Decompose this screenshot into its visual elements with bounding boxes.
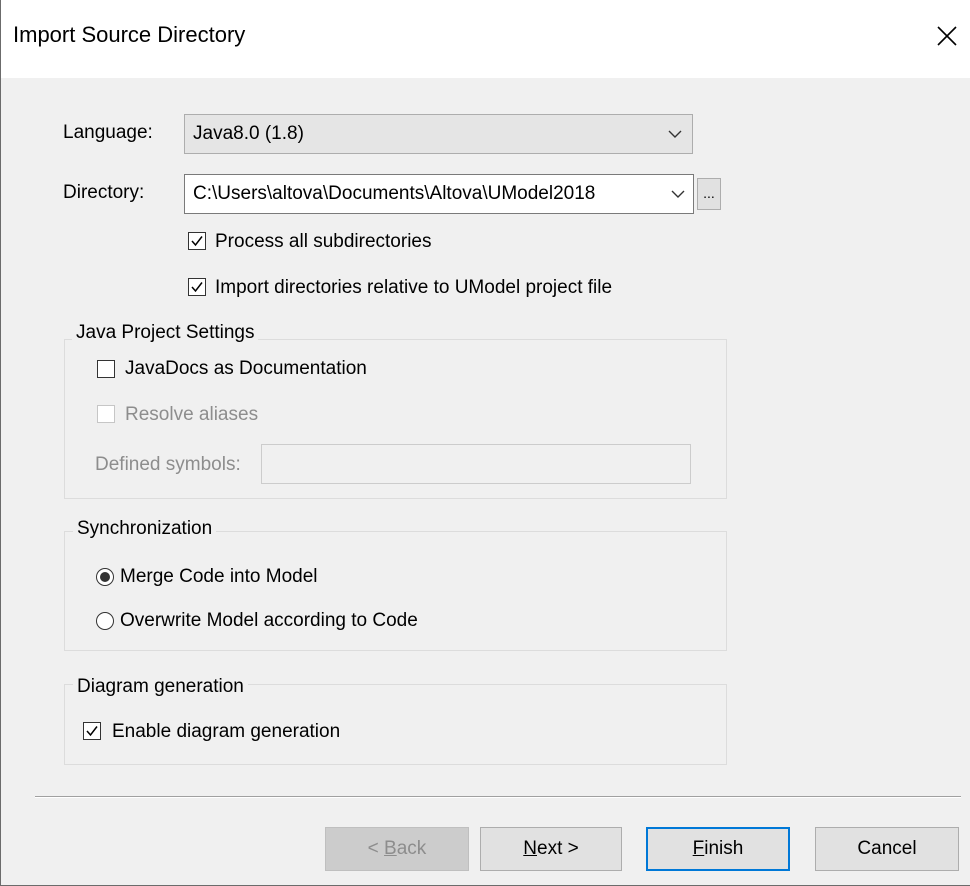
enable-diagram-generation-label[interactable]: Enable diagram generation [112,721,340,743]
footer-separator [35,796,961,798]
next-button-rest: ext > [537,838,579,859]
back-button-prefix: < [367,838,385,859]
defined-symbols-input[interactable] [261,444,691,484]
javadocs-label[interactable]: JavaDocs as Documentation [125,358,367,380]
checkmark-icon [191,236,203,247]
directory-combo[interactable]: C:\Users\altova\Documents\Altova\UModel2… [184,174,694,214]
import-source-directory-dialog: Import Source Directory Language: Java8.… [0,0,970,886]
language-select[interactable]: Java8.0 (1.8) [184,114,693,154]
merge-code-label[interactable]: Merge Code into Model [120,566,318,588]
overwrite-model-label[interactable]: Overwrite Model according to Code [120,610,418,632]
checkmark-icon [191,282,203,293]
back-button-rest: ack [396,838,427,859]
close-icon [937,26,957,46]
radio-selected-dot [100,572,110,582]
finish-button-mnemonic: F [692,838,705,859]
back-button-mnemonic: B [384,838,397,859]
process-subdirectories-label[interactable]: Process all subdirectories [215,231,431,253]
browse-button[interactable]: ... [697,178,721,210]
directory-input-value: C:\Users\altova\Documents\Altova\UModel2… [193,183,596,204]
finish-button[interactable]: Finish [646,827,790,871]
resolve-aliases-label: Resolve aliases [125,404,259,425]
close-button[interactable] [931,20,963,52]
enable-diagram-generation-checkbox[interactable] [83,722,101,740]
merge-code-radio[interactable] [96,568,114,586]
java-project-settings-title: Java Project Settings [72,322,259,344]
language-select-value: Java8.0 (1.8) [193,123,304,144]
dialog-title: Import Source Directory [13,22,246,47]
javadocs-checkbox[interactable] [97,360,115,378]
finish-button-rest: inish [704,838,744,859]
overwrite-model-radio[interactable] [96,612,114,630]
next-button-mnemonic: N [523,838,537,859]
chevron-down-icon [671,190,685,198]
synchronization-title: Synchronization [73,518,217,540]
diagram-generation-title: Diagram generation [73,676,248,698]
language-label: Language: [63,122,153,143]
import-relative-checkbox[interactable] [188,278,206,296]
directory-label: Directory: [63,182,145,203]
process-subdirectories-checkbox[interactable] [188,232,206,250]
checkmark-icon [86,726,98,737]
back-button[interactable]: < Back [325,827,469,871]
cancel-button[interactable]: Cancel [815,827,959,871]
resolve-aliases-checkbox[interactable] [97,405,115,423]
synchronization-group [64,531,727,651]
title-bar: Import Source Directory [1,0,970,78]
import-relative-label[interactable]: Import directories relative to UModel pr… [215,277,612,299]
chevron-down-icon [668,130,682,138]
next-button[interactable]: Next > [480,827,622,871]
defined-symbols-label: Defined symbols: [95,454,241,475]
